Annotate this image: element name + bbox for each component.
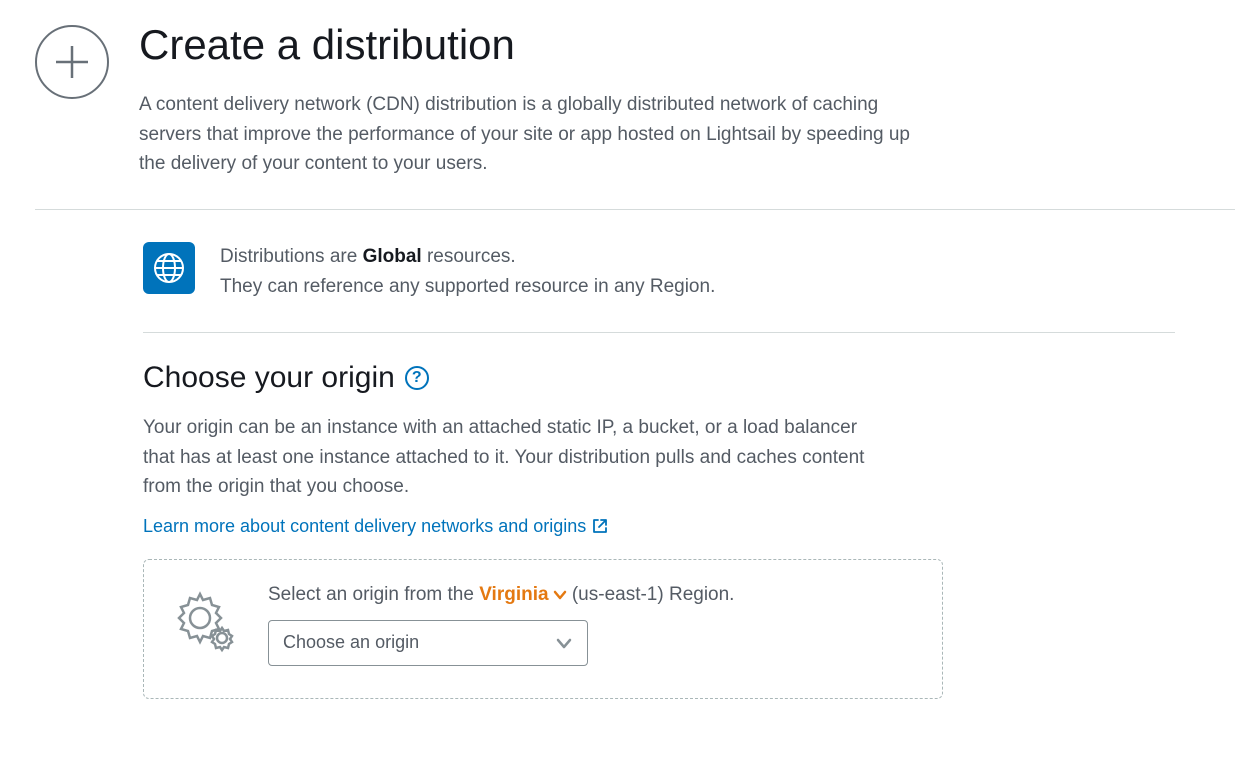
dropdown-placeholder: Choose an origin [283,632,419,653]
text-fragment: Select an origin from the [268,584,479,605]
page-header: Create a distribution A content delivery… [35,20,1235,179]
external-link-icon [592,518,608,534]
origin-selection-panel: Select an origin from the Virginia (us-e… [143,559,943,699]
origin-dropdown[interactable]: Choose an origin [268,620,588,666]
origin-description: Your origin can be an instance with an a… [143,413,883,501]
origin-region-line: Select an origin from the Virginia (us-e… [268,584,914,606]
page-description: A content delivery network (CDN) distrib… [139,90,935,178]
text-bold: Global [363,246,422,267]
heading-text: Choose your origin [143,361,395,395]
choose-origin-section: Choose your origin ? Your origin can be … [143,333,1175,698]
region-code: (us-east-1) Region. [567,584,735,605]
learn-more-link[interactable]: Learn more about content delivery networ… [143,516,608,537]
globe-icon [143,242,195,294]
gear-icon [172,588,238,654]
plus-icon [35,25,109,99]
chevron-down-icon [553,588,567,602]
global-notice-line2: They can reference any supported resourc… [220,272,715,302]
page-title: Create a distribution [139,20,935,70]
text-fragment: resources. [422,246,516,267]
section-heading: Choose your origin ? [143,361,1175,395]
text-fragment: Distributions are [220,246,363,267]
chevron-down-icon [555,634,573,652]
region-name: Virginia [479,584,548,606]
link-text: Learn more about content delivery networ… [143,516,586,537]
global-notice-line1: Distributions are Global resources. [220,242,715,272]
help-icon[interactable]: ? [405,366,429,390]
global-resource-notice: Distributions are Global resources. They… [143,210,1175,333]
region-selector[interactable]: Virginia [479,584,566,606]
